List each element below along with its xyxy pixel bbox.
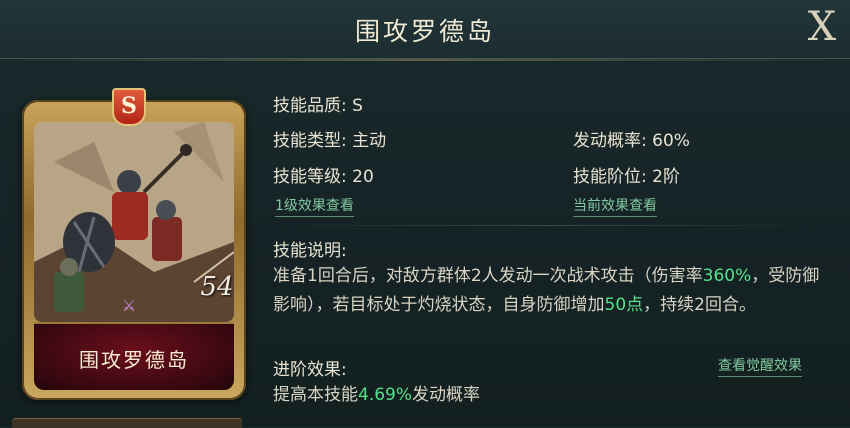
trigger-rate: 发动概率: 60% xyxy=(573,131,690,151)
advancement-effect: 提高本技能4.69%发动概率 xyxy=(273,380,480,405)
grade-s-badge: S xyxy=(112,88,146,126)
awaken-effect-link[interactable]: 查看觉醒效果 xyxy=(718,355,802,377)
close-button[interactable]: X xyxy=(802,4,842,50)
advancement-title: 进阶效果: xyxy=(273,360,347,380)
title-bar: 围攻罗德岛 X xyxy=(0,0,850,61)
faction-crest-icon: ⚔ xyxy=(121,296,137,315)
advancement-value: 4.69% xyxy=(358,385,413,405)
card-name-plate: 围攻罗德岛 xyxy=(34,322,234,390)
defense-bonus-value: 50点 xyxy=(604,295,644,315)
card-art-number: 54 xyxy=(200,272,234,302)
skill-tier: 技能阶位: 2阶 xyxy=(573,167,680,187)
advancement-prefix: 提高本技能 xyxy=(273,385,358,405)
skill-type: 技能类型: 主动 xyxy=(273,131,387,151)
level1-effect-link[interactable]: 1级效果查看 xyxy=(275,195,354,217)
section-divider xyxy=(268,225,828,226)
skill-card: 围攻罗德岛 xyxy=(22,100,246,400)
advancement-suffix: 发动概率 xyxy=(412,385,481,405)
skill-quality: 技能品质: S xyxy=(273,96,363,116)
description-title: 技能说明: xyxy=(273,241,347,261)
skill-level: 技能等级: 20 xyxy=(273,167,374,187)
page-title: 围攻罗德岛 xyxy=(354,17,495,46)
skill-description: 准备1回合后，对敌方群体2人发动一次战术攻击（伤害率360%，受防御影响），若目… xyxy=(273,262,833,320)
damage-rate-value: 360% xyxy=(702,266,752,286)
current-effect-link[interactable]: 当前效果查看 xyxy=(573,195,657,217)
description-part3: ，持续2回合。 xyxy=(643,295,756,315)
card-name: 围攻罗德岛 xyxy=(79,348,189,372)
description-part1: 准备1回合后，对敌方群体2人发动一次战术攻击（伤害率 xyxy=(273,266,703,286)
